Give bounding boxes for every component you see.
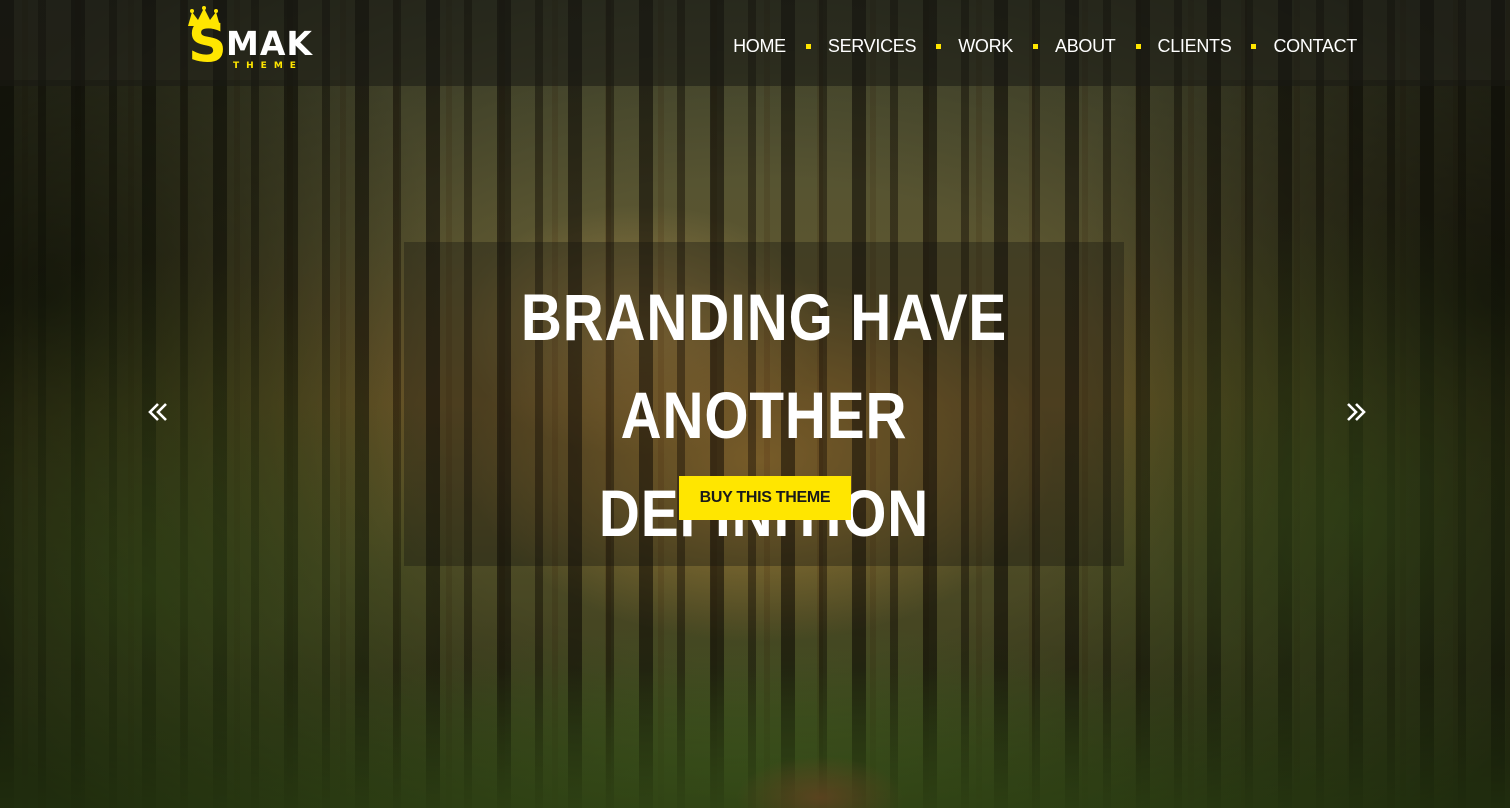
nav-separator — [1251, 43, 1257, 49]
slider-next-button[interactable] — [1342, 397, 1370, 427]
double-chevron-right-icon — [1347, 403, 1366, 421]
nav-separator — [1033, 43, 1038, 49]
nav-work[interactable]: WORK — [958, 36, 1013, 57]
nav-separator — [805, 43, 811, 49]
double-chevron-left-icon — [148, 403, 167, 421]
headline-line-1: BRANDING HAVE ANOTHER — [520, 280, 1008, 452]
logo-word: MAK — [226, 24, 313, 63]
logo[interactable]: S MAK THEME — [180, 6, 313, 74]
logo-letter: S — [188, 11, 227, 74]
nav-separator — [1135, 43, 1141, 49]
logo-subtitle: THEME — [233, 61, 303, 71]
nav-home[interactable]: HOME — [733, 36, 786, 57]
nav-contact[interactable]: CONTACT — [1273, 36, 1357, 57]
nav-about[interactable]: ABOUT — [1055, 36, 1116, 57]
nav-clients[interactable]: CLIENTS — [1158, 36, 1232, 57]
main-nav: HOME SERVICES WORK ABOUT CLIENTS CONTACT — [733, 31, 1357, 61]
nav-separator — [936, 43, 942, 49]
buy-theme-button[interactable]: BUY THIS THEME — [679, 476, 851, 520]
slider-prev-button[interactable] — [144, 397, 172, 427]
site-header: S MAK THEME HOME SERVICES WORK ABOUT CLI… — [0, 0, 1510, 86]
nav-services[interactable]: SERVICES — [828, 36, 917, 57]
